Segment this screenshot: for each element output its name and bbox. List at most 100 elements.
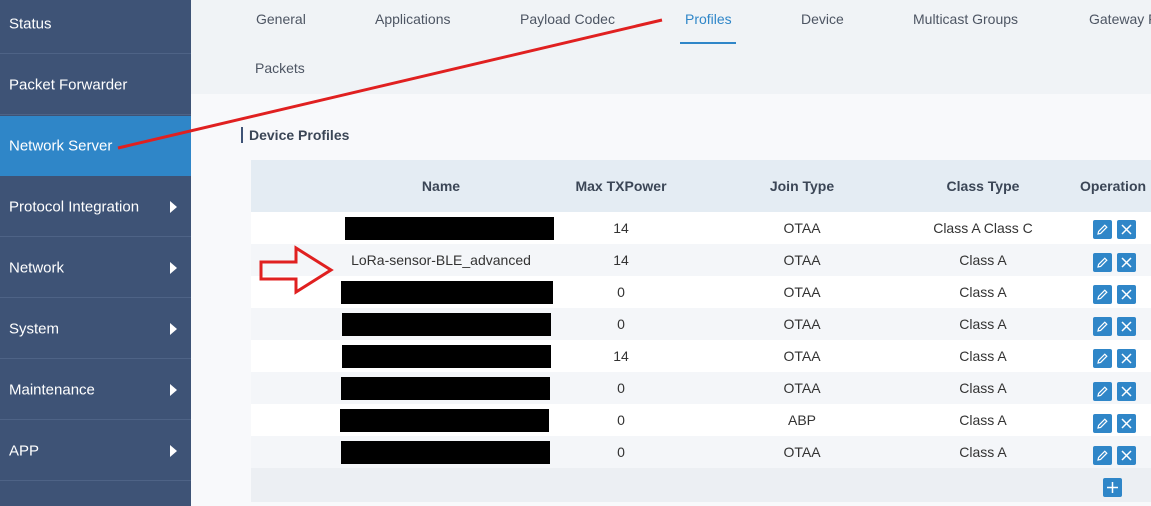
sidebar-item-label: Status — [9, 15, 52, 32]
pencil-icon — [1097, 321, 1108, 332]
table-header: Name Max TXPower Join Type Class Type Op… — [251, 160, 1151, 212]
column-header-name: Name — [421, 178, 461, 194]
table-row: 0 OTAA Class A — [251, 372, 1151, 404]
cell-join-type: OTAA — [783, 284, 821, 300]
pencil-icon — [1097, 450, 1108, 461]
caret-right-icon — [170, 261, 177, 274]
edit-button[interactable] — [1093, 446, 1112, 465]
delete-button[interactable] — [1117, 414, 1136, 433]
edit-button[interactable] — [1093, 253, 1112, 272]
sidebar-item-status[interactable]: Status — [0, 0, 191, 54]
sidebar-item-app[interactable]: APP — [0, 421, 191, 481]
redacted-name — [342, 313, 551, 336]
tab-applications[interactable]: Applications — [375, 11, 451, 27]
tab-general[interactable]: General — [256, 11, 306, 27]
tab-gateway-fleet[interactable]: Gateway F — [1089, 11, 1151, 27]
column-header-class-type: Class Type — [946, 178, 1020, 194]
tab-device[interactable]: Device — [801, 11, 844, 27]
tab-multicast-groups[interactable]: Multicast Groups — [913, 11, 1018, 27]
pencil-icon — [1097, 418, 1108, 429]
edit-button[interactable] — [1093, 414, 1112, 433]
cell-class-type: Class A Class C — [933, 220, 1033, 236]
cell-max-txpower: 14 — [613, 252, 629, 268]
edit-button[interactable] — [1093, 220, 1112, 239]
edit-button[interactable] — [1093, 382, 1112, 401]
sidebar-item-label: Protocol Integration — [9, 198, 140, 215]
close-icon — [1121, 257, 1132, 268]
delete-button[interactable] — [1117, 253, 1136, 272]
edit-button[interactable] — [1093, 349, 1112, 368]
sidebar-item-label: Maintenance — [9, 381, 95, 398]
table-row: 14 OTAA Class A Class C — [251, 212, 1151, 244]
close-icon — [1121, 353, 1132, 364]
cell-max-txpower: 0 — [617, 284, 625, 300]
sidebar-item-network[interactable]: Network — [0, 238, 191, 298]
cell-class-type: Class A — [959, 380, 1007, 396]
pencil-icon — [1097, 289, 1108, 300]
redacted-name — [340, 409, 549, 432]
sidebar-item-system[interactable]: System — [0, 299, 191, 359]
tab-packets[interactable]: Packets — [255, 60, 305, 76]
redacted-name — [341, 377, 550, 400]
close-icon — [1121, 321, 1132, 332]
caret-right-icon — [170, 200, 177, 213]
pencil-icon — [1097, 224, 1108, 235]
table-footer — [251, 468, 1151, 502]
cell-max-txpower: 14 — [613, 348, 629, 364]
sidebar-item-label: System — [9, 320, 60, 337]
cell-class-type: Class A — [959, 252, 1007, 268]
cell-max-txpower: 0 — [617, 316, 625, 332]
delete-button[interactable] — [1117, 349, 1136, 368]
close-icon — [1121, 418, 1132, 429]
tab-payload-codec[interactable]: Payload Codec — [520, 11, 615, 27]
add-profile-button[interactable] — [1103, 478, 1122, 497]
delete-button[interactable] — [1117, 285, 1136, 304]
table-row: 0 OTAA Class A — [251, 308, 1151, 340]
table-row: 0 OTAA Class A — [251, 276, 1151, 308]
redacted-name — [341, 441, 550, 464]
cell-class-type: Class A — [959, 444, 1007, 460]
cell-join-type: OTAA — [783, 252, 821, 268]
cell-join-type: ABP — [787, 412, 816, 428]
cell-class-type: Class A — [959, 284, 1007, 300]
cell-join-type: OTAA — [783, 380, 821, 396]
active-tab-indicator — [680, 42, 736, 44]
tab-bar: General Applications Payload Codec Profi… — [191, 0, 1151, 94]
sidebar: Status Packet Forwarder Network Server P… — [0, 0, 191, 506]
delete-button[interactable] — [1117, 220, 1136, 239]
column-header-operation: Operation — [1079, 178, 1147, 194]
cell-max-txpower: 14 — [613, 220, 629, 236]
delete-button[interactable] — [1117, 382, 1136, 401]
redacted-name — [342, 345, 551, 368]
table-row: LoRa-sensor-BLE_advanced 14 OTAA Class A — [251, 244, 1151, 276]
close-icon — [1121, 386, 1132, 397]
table-row: 0 ABP Class A — [251, 404, 1151, 436]
sidebar-item-maintenance[interactable]: Maintenance — [0, 360, 191, 420]
caret-right-icon — [170, 444, 177, 457]
pencil-icon — [1097, 386, 1108, 397]
edit-button[interactable] — [1093, 285, 1112, 304]
cell-max-txpower: 0 — [617, 412, 625, 428]
delete-button[interactable] — [1117, 317, 1136, 336]
sidebar-item-network-server[interactable]: Network Server — [0, 116, 191, 176]
cell-join-type: OTAA — [783, 316, 821, 332]
cell-max-txpower: 0 — [617, 380, 625, 396]
tab-profiles[interactable]: Profiles — [685, 11, 732, 27]
sidebar-item-packet-forwarder[interactable]: Packet Forwarder — [0, 55, 191, 115]
edit-button[interactable] — [1093, 317, 1112, 336]
sidebar-item-protocol-integration[interactable]: Protocol Integration — [0, 177, 191, 237]
close-icon — [1121, 289, 1132, 300]
pencil-icon — [1097, 257, 1108, 268]
plus-icon — [1107, 482, 1118, 493]
sidebar-item-label: Network Server — [9, 137, 113, 154]
delete-button[interactable] — [1117, 446, 1136, 465]
sidebar-item-label: Network — [9, 259, 65, 276]
sidebar-item-label: Packet Forwarder — [9, 76, 128, 93]
cell-max-txpower: 0 — [617, 444, 625, 460]
cell-join-type: OTAA — [783, 348, 821, 364]
redacted-name — [341, 281, 553, 304]
redacted-name — [345, 217, 554, 240]
sidebar-item-label: APP — [9, 442, 40, 459]
caret-right-icon — [170, 322, 177, 335]
close-icon — [1121, 224, 1132, 235]
